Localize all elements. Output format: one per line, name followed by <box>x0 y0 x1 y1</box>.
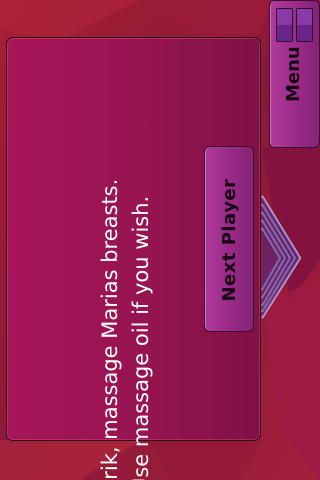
menu-bars-icon[interactable] <box>276 8 314 42</box>
prompt-line-2: Use massage oil if you wish. <box>129 195 153 480</box>
next-player-label: Next Player <box>219 178 240 302</box>
prompt-text: Erik, massage Marias breasts. Use massag… <box>95 113 163 480</box>
menu-label: Menu <box>283 46 304 102</box>
prompt-line-1: Erik, massage Marias breasts. <box>98 178 122 480</box>
next-player-button[interactable]: Next Player <box>204 146 254 332</box>
